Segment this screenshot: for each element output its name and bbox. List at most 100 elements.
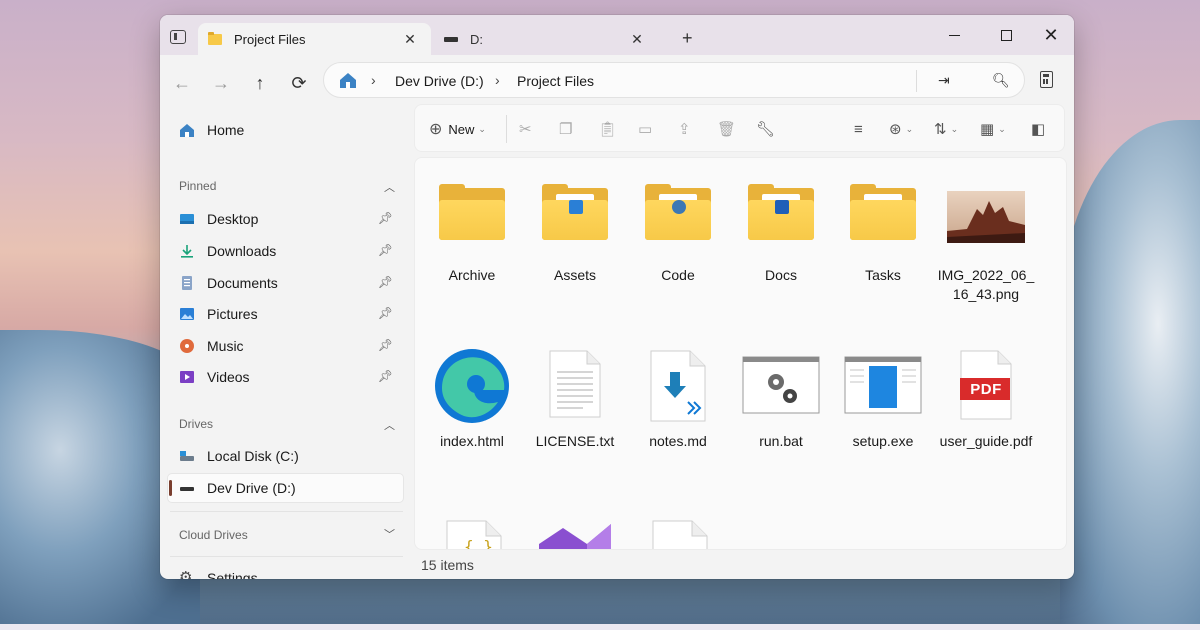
sort-icon[interactable]: ⇅ ⌄ (934, 117, 958, 141)
delete-icon[interactable]: 🗑︎ (717, 117, 736, 141)
chevron-down-icon[interactable]: ﹀ (384, 526, 395, 542)
share-icon[interactable]: ⇪ (678, 117, 691, 141)
tab-project-files[interactable]: Project Files ✕ (198, 23, 431, 55)
properties-wrench-icon[interactable]: 🔧︎ (756, 117, 775, 141)
file-item-code[interactable]: Code (628, 184, 728, 285)
json-file-icon: { } (446, 520, 502, 549)
exe-file-icon (844, 356, 922, 414)
home-icon (180, 124, 194, 137)
filter-icon[interactable]: ≡ (854, 117, 863, 141)
pin-icon[interactable]: 📌︎ (378, 243, 393, 257)
file-item-tasks[interactable]: Tasks (833, 184, 933, 285)
sidebar-item-label: Local Disk (C:) (207, 448, 299, 464)
new-button[interactable]: ⊕ New ⌄ (429, 117, 486, 141)
wallpaper-hill-right (1060, 120, 1200, 630)
sidebar-item-home[interactable]: Home (168, 116, 403, 144)
file-item-assets[interactable]: Assets (525, 184, 625, 285)
file-item-user-guide-pdf[interactable]: PDF user_guide.pdf (936, 346, 1036, 451)
downloads-icon (181, 245, 193, 258)
file-item-archive[interactable]: Archive (422, 184, 522, 285)
cloud-drives-section-header: Cloud Drives (179, 528, 248, 542)
chevron-down-icon: ⌄ (478, 123, 486, 134)
chevron-up-icon[interactable]: ︿ (384, 417, 395, 433)
pin-icon[interactable]: 📌︎ (378, 306, 393, 320)
file-name: Tasks (865, 267, 901, 283)
sidebar-item-music[interactable]: Music 📌︎ (168, 332, 403, 360)
sidebar-item-desktop[interactable]: Desktop 📌︎ (168, 205, 403, 233)
tab-d-drive[interactable]: D: ✕ (436, 23, 666, 55)
close-tab-icon[interactable]: ✕ (630, 32, 644, 46)
sidebar-item-label: Documents (207, 275, 278, 291)
file-item-setup-exe[interactable]: setup.exe (833, 346, 933, 451)
back-button[interactable]: ← (170, 71, 194, 95)
pin-icon[interactable]: 📌︎ (378, 369, 393, 383)
folder-icon (748, 184, 814, 240)
rename-icon[interactable]: ▭ (638, 117, 652, 141)
add-circle-icon: ⊕ (429, 121, 443, 138)
sidebar-item-documents[interactable]: Documents 📌︎ (168, 269, 403, 297)
paste-icon[interactable]: 📋︎ (598, 117, 617, 141)
sidebar-item-local-disk[interactable]: Local Disk (C:) (168, 442, 403, 470)
file-name: notes.md (649, 433, 707, 449)
documents-icon (182, 276, 192, 290)
home-icon (340, 73, 356, 88)
file-name: Archive (448, 267, 496, 283)
new-label: New (448, 121, 475, 137)
generic-file-icon (652, 520, 708, 549)
sidebar-item-settings[interactable]: ⚙ Settings (168, 564, 403, 579)
pin-icon[interactable]: 📌︎ (378, 211, 393, 225)
sidebar-toggle-icon[interactable] (170, 30, 186, 44)
desktop-icon (180, 214, 194, 224)
breadcrumb-project-files[interactable]: Project Files (517, 73, 594, 89)
new-tab-button[interactable]: + (682, 29, 693, 47)
file-item-run-bat[interactable]: run.bat (731, 346, 831, 451)
file-name: Docs (765, 267, 797, 283)
expand-path-icon[interactable]: ⇥ (938, 72, 950, 89)
file-name: index.html (440, 433, 504, 449)
pin-icon[interactable]: 📌︎ (378, 338, 393, 352)
refresh-button[interactable]: ⟳ (287, 71, 311, 95)
file-item-docs[interactable]: Docs (731, 184, 831, 285)
sidebar-item-dev-drive[interactable]: Dev Drive (D:) (168, 474, 403, 502)
visual-studio-icon (539, 524, 611, 549)
preview-pane-icon[interactable]: ◧ (1031, 117, 1045, 141)
minimize-button[interactable] (939, 22, 969, 48)
file-explorer-window: Project Files ✕ D: ✕ + ✕ ← → ↑ ⟳ › Dev D… (160, 15, 1074, 579)
sidebar-item-label: Home (207, 122, 245, 138)
command-bar: ⊕ New ⌄ ✂ ❐ 📋︎ ▭ ⇪ 🗑︎ 🔧︎ ≡ ⊛ ⌄ ⇅ ⌄ ▦ ⌄ ◧ (414, 104, 1065, 152)
file-item-notes-md[interactable]: notes.md (628, 346, 728, 451)
drives-section-header: Drives (179, 417, 214, 431)
sidebar: Home Pinned ︿ Desktop 📌︎ Downloads 📌︎ Do… (160, 111, 410, 579)
sidebar-item-downloads[interactable]: Downloads 📌︎ (168, 237, 403, 265)
image-thumbnail (947, 191, 1025, 243)
tag-filter-icon[interactable]: ⊛ ⌄ (889, 117, 913, 141)
up-button[interactable]: ↑ (248, 71, 272, 95)
cut-icon[interactable]: ✂ (519, 117, 532, 141)
close-window-button[interactable]: ✕ (1036, 22, 1066, 48)
file-grid: Archive Assets Code Docs Tasks IMG_2022_… (414, 157, 1067, 550)
copy-icon[interactable]: ❐ (559, 117, 572, 141)
sidebar-item-pictures[interactable]: Pictures 📌︎ (168, 300, 403, 328)
address-bar[interactable]: › Dev Drive (D:) › Project Files ⇥ 🔍︎ (323, 62, 1025, 98)
word-badge-icon (775, 200, 789, 214)
sidebar-item-label: Desktop (207, 211, 259, 227)
calculator-icon[interactable] (1040, 71, 1053, 88)
breadcrumb-dev-drive[interactable]: Dev Drive (D:) (395, 73, 484, 89)
folder-icon (542, 184, 608, 240)
sidebar-item-videos[interactable]: Videos 📌︎ (168, 363, 403, 391)
sidebar-item-label: Settings (207, 570, 258, 579)
command-divider (506, 115, 507, 143)
file-name: user_guide.pdf (939, 433, 1033, 449)
sidebar-divider (170, 556, 403, 557)
file-item-image[interactable]: IMG_2022_06_16_43.png (936, 188, 1036, 304)
pin-icon[interactable]: 📌︎ (378, 275, 393, 289)
maximize-button[interactable] (991, 22, 1021, 48)
chevron-up-icon[interactable]: ︿ (384, 179, 395, 195)
forward-button[interactable]: → (209, 71, 233, 95)
layout-icon[interactable]: ▦ ⌄ (980, 117, 1006, 141)
search-icon[interactable]: 🔍︎ (992, 72, 1010, 89)
file-item-index-html[interactable]: index.html (422, 346, 522, 451)
sidebar-item-label: Dev Drive (D:) (207, 480, 296, 496)
close-tab-icon[interactable]: ✕ (403, 32, 417, 46)
file-item-license[interactable]: LICENSE.txt (525, 346, 625, 451)
